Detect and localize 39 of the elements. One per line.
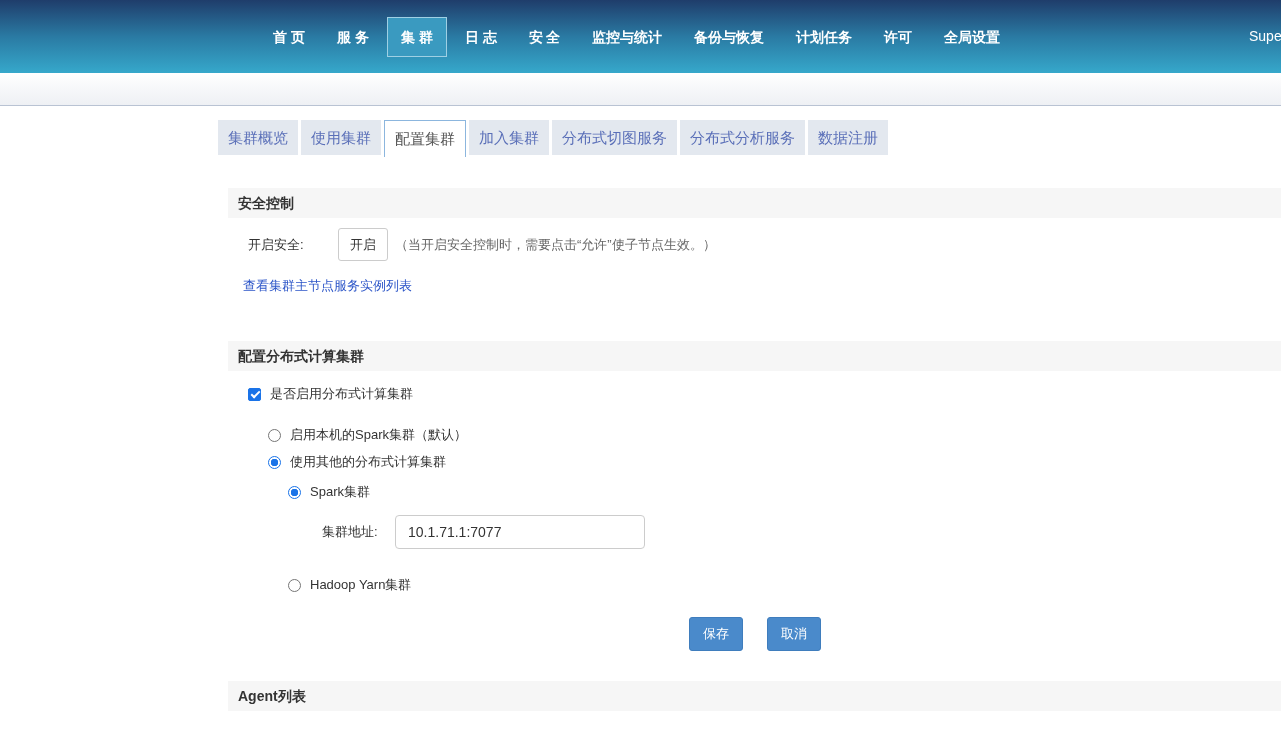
address-field[interactable]: 10.1.71.1:7077 [395,515,645,549]
enable-button[interactable]: 开启 [338,228,388,261]
tab[interactable]: 数据注册 [808,120,888,155]
nav-item[interactable]: 安 全 [514,16,575,57]
radio-label: Hadoop Yarn集群 [310,576,412,594]
user-name[interactable]: Supe [1249,28,1281,44]
section-header: Agent列表 [228,681,1281,711]
checkbox[interactable] [248,387,261,401]
radio-label: 使用其他的分布式计算集群 [290,453,446,471]
nav-item[interactable]: 全局设置 [930,16,1015,57]
radio-label: Spark集群 [310,483,370,501]
radio-label: 启用本机的Spark集群（默认） [290,426,467,444]
nav-item[interactable]: 计划任务 [782,16,867,57]
section-header: 安全控制 [228,188,1281,218]
tab[interactable]: 配置集群 [384,120,466,157]
action-button[interactable]: 取消 [767,617,821,651]
radio-button[interactable] [288,485,301,499]
tab[interactable]: 集群概览 [218,120,298,155]
nav-item[interactable]: 日 志 [450,16,511,57]
tab[interactable]: 加入集群 [469,120,549,155]
nav-item[interactable]: 服 务 [322,16,383,57]
field-label: 集群地址: [322,523,379,541]
hint-text: （当开启安全控制时，需要点击“允许”使子节点生效。） [395,235,716,254]
action-button[interactable]: 保存 [689,617,743,651]
nav-item[interactable]: 监控与统计 [578,16,677,57]
nav-item[interactable]: 首 页 [259,16,319,57]
radio-button[interactable] [268,428,281,442]
tab[interactable]: 使用集群 [301,120,381,155]
instance-list-link[interactable]: 查看集群主节点服务实例列表 [243,278,412,293]
section-header: 配置分布式计算集群 [228,341,1281,371]
checkbox-label: 是否启用分布式计算集群 [270,385,413,403]
field-label: 开启安全: [248,235,305,254]
nav-item[interactable]: 备份与恢复 [680,16,779,57]
nav-item[interactable]: 集 群 [386,16,447,57]
nav-item[interactable]: 许可 [870,16,927,57]
tab[interactable]: 分布式切图服务 [552,120,677,155]
radio-button[interactable] [288,578,301,592]
radio-button[interactable] [268,455,281,469]
tab[interactable]: 分布式分析服务 [680,120,805,155]
